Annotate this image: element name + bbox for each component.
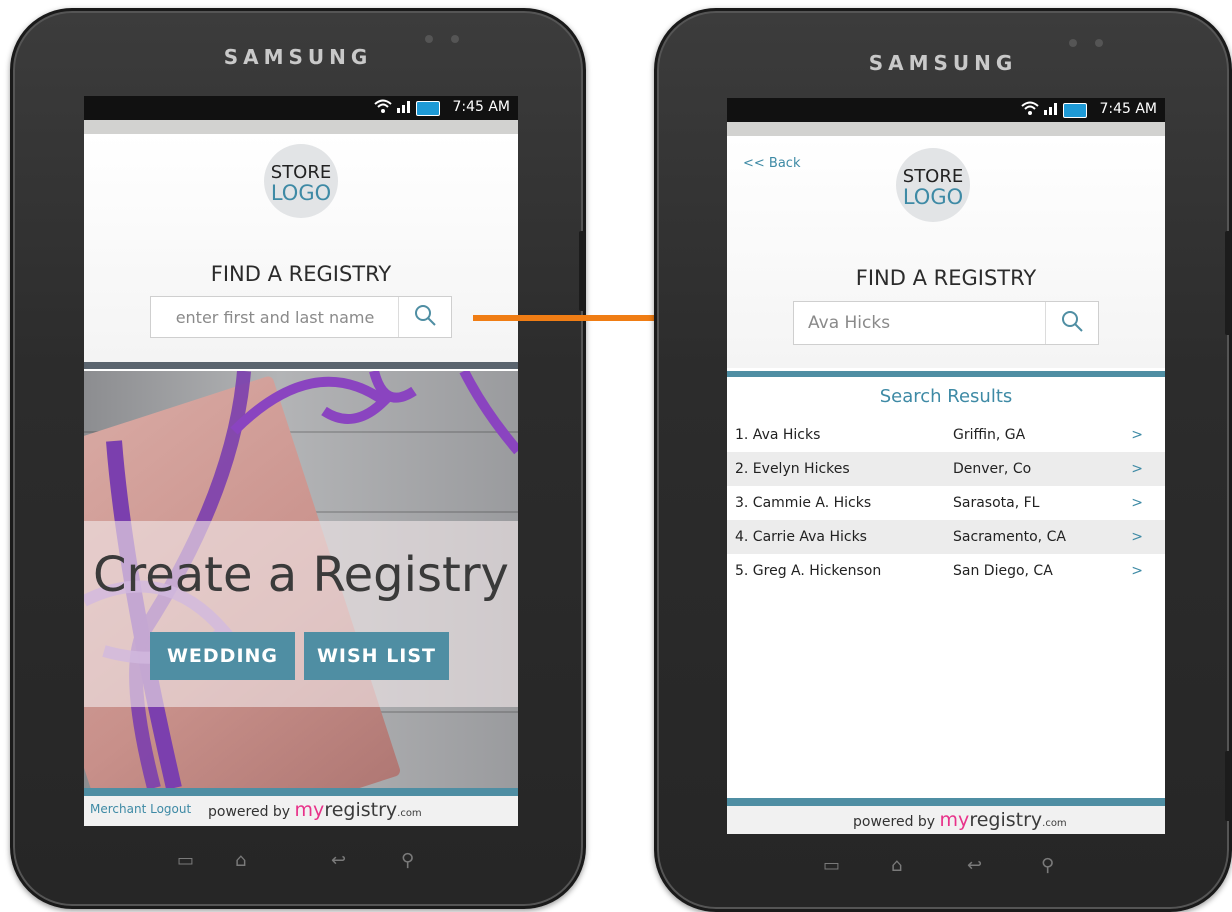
status-time: 7:45 AM	[452, 99, 510, 115]
wifi-icon	[1021, 101, 1039, 119]
footer-divider	[727, 798, 1165, 806]
result-name: 2. Evelyn Hickes	[735, 461, 850, 477]
right-tablet: SAMSUNG 7:45 AM STORE LOGO FIND A REGIST…	[654, 8, 1232, 912]
brand-my: my	[294, 799, 325, 821]
search-key-icon[interactable]: ⚲	[1041, 855, 1054, 876]
signal-icon	[1043, 101, 1059, 119]
brand-com: .com	[397, 808, 422, 819]
logo-line1: STORE	[270, 162, 332, 183]
result-name: 5. Greg A. Hickenson	[735, 563, 882, 579]
brand-com: .com	[1042, 818, 1067, 829]
footer-divider	[84, 788, 518, 796]
search-button[interactable]	[1045, 302, 1098, 344]
search-icon	[1060, 309, 1084, 337]
back-key-icon[interactable]: ↩	[967, 855, 982, 876]
find-registry-title: FIND A REGISTRY	[855, 266, 1037, 290]
hardware-keys: ▭ ⌂ ↩ ⚲	[657, 855, 1229, 885]
powered-by-label: powered by	[853, 814, 936, 830]
side-button	[579, 231, 585, 311]
home-key-icon[interactable]: ⌂	[891, 855, 902, 876]
logo-line2: LOGO	[270, 181, 332, 205]
search-icon	[413, 303, 437, 331]
chevron-right-icon[interactable]: >	[1131, 529, 1143, 545]
footer: powered by myregistry.com	[727, 806, 1165, 834]
back-key-icon[interactable]: ↩	[331, 850, 346, 871]
store-logo: STORE LOGO	[896, 148, 970, 222]
search-input[interactable]: enter first and last name	[151, 297, 399, 337]
result-row[interactable]: 3. Cammie A. Hicks Sarasota, FL >	[727, 486, 1165, 520]
result-row[interactable]: 2. Evelyn Hickes Denver, Co >	[727, 452, 1165, 486]
status-time: 7:45 AM	[1099, 101, 1157, 117]
powered-by-myregistry[interactable]: powered by myregistry.com	[208, 799, 422, 821]
back-link[interactable]: << Back	[743, 156, 800, 171]
right-screen: 7:45 AM STORE LOGO FIND A REGISTRY Ava H…	[727, 98, 1165, 834]
left-tablet: SAMSUNG 7:45 AM STORE LOGO FIND A REGIST…	[10, 8, 586, 909]
registry-search: Ava Hicks	[793, 301, 1099, 345]
registry-header: STORE LOGO FIND A REGISTRY enter first a…	[84, 134, 518, 362]
store-logo: STORE LOGO	[264, 144, 338, 218]
chevron-right-icon[interactable]: >	[1131, 495, 1143, 511]
result-name: 4. Carrie Ava Hicks	[735, 529, 867, 545]
search-button[interactable]	[398, 297, 451, 337]
menu-key-icon[interactable]: ▭	[177, 850, 194, 871]
device-brand: SAMSUNG	[868, 51, 1018, 75]
create-registry-title: Create a Registry	[93, 547, 509, 603]
powered-by-myregistry[interactable]: powered by myregistry.com	[853, 809, 1067, 831]
find-registry-title: FIND A REGISTRY	[210, 262, 392, 286]
result-city: Denver, Co	[953, 461, 1032, 477]
result-city: Sarasota, FL	[953, 495, 1040, 511]
logo-line2: LOGO	[902, 185, 964, 209]
brand-registry: registry	[324, 799, 398, 821]
wedding-button[interactable]: WEDDING	[150, 632, 295, 680]
result-city: San Diego, CA	[953, 563, 1053, 579]
result-row[interactable]: 1. Ava Hicks Griffin, GA >	[727, 418, 1165, 452]
search-input[interactable]: Ava Hicks	[794, 302, 1044, 344]
status-bar: 7:45 AM	[84, 96, 518, 120]
camera-dot	[1095, 39, 1103, 47]
hardware-keys: ▭ ⌂ ↩ ⚲	[13, 850, 583, 880]
wifi-icon	[374, 99, 392, 117]
side-button	[1225, 751, 1231, 821]
merchant-logout-link[interactable]: Merchant Logout	[90, 802, 191, 816]
search-results-title: Search Results	[879, 386, 1013, 407]
create-registry-hero: Create a Registry WEDDING WISH LIST	[84, 371, 518, 788]
brand-registry: registry	[969, 809, 1043, 831]
sensor-dot	[1069, 39, 1077, 47]
menu-key-icon[interactable]: ▭	[823, 855, 840, 876]
chevron-right-icon[interactable]: >	[1131, 461, 1143, 477]
battery-icon	[1063, 102, 1087, 118]
result-row[interactable]: 5. Greg A. Hickenson San Diego, CA >	[727, 554, 1165, 588]
home-key-icon[interactable]: ⌂	[235, 850, 246, 871]
result-name: 3. Cammie A. Hicks	[735, 495, 872, 511]
signal-icon	[396, 99, 412, 117]
status-bar: 7:45 AM	[727, 98, 1165, 122]
wish-list-button[interactable]: WISH LIST	[304, 632, 449, 680]
results-divider	[727, 371, 1165, 377]
left-screen: 7:45 AM STORE LOGO FIND A REGISTRY enter…	[84, 96, 518, 826]
top-strip	[84, 120, 518, 134]
chevron-right-icon[interactable]: >	[1131, 563, 1143, 579]
result-city: Griffin, GA	[953, 427, 1026, 443]
side-button	[1225, 231, 1231, 335]
powered-by-label: powered by	[208, 804, 291, 820]
battery-icon	[416, 100, 440, 116]
top-strip	[727, 122, 1165, 136]
logo-line1: STORE	[902, 166, 964, 187]
device-brand: SAMSUNG	[223, 45, 373, 69]
brand-my: my	[939, 809, 970, 831]
footer: Merchant Logout powered by myregistry.co…	[84, 796, 518, 826]
chevron-right-icon[interactable]: >	[1131, 427, 1143, 443]
sensor-dot	[425, 35, 433, 43]
search-key-icon[interactable]: ⚲	[401, 850, 414, 871]
registry-search: enter first and last name	[150, 296, 452, 338]
result-name: 1. Ava Hicks	[735, 427, 821, 443]
camera-dot	[451, 35, 459, 43]
header-divider	[84, 362, 518, 369]
result-city: Sacramento, CA	[953, 529, 1066, 545]
result-row[interactable]: 4. Carrie Ava Hicks Sacramento, CA >	[727, 520, 1165, 554]
